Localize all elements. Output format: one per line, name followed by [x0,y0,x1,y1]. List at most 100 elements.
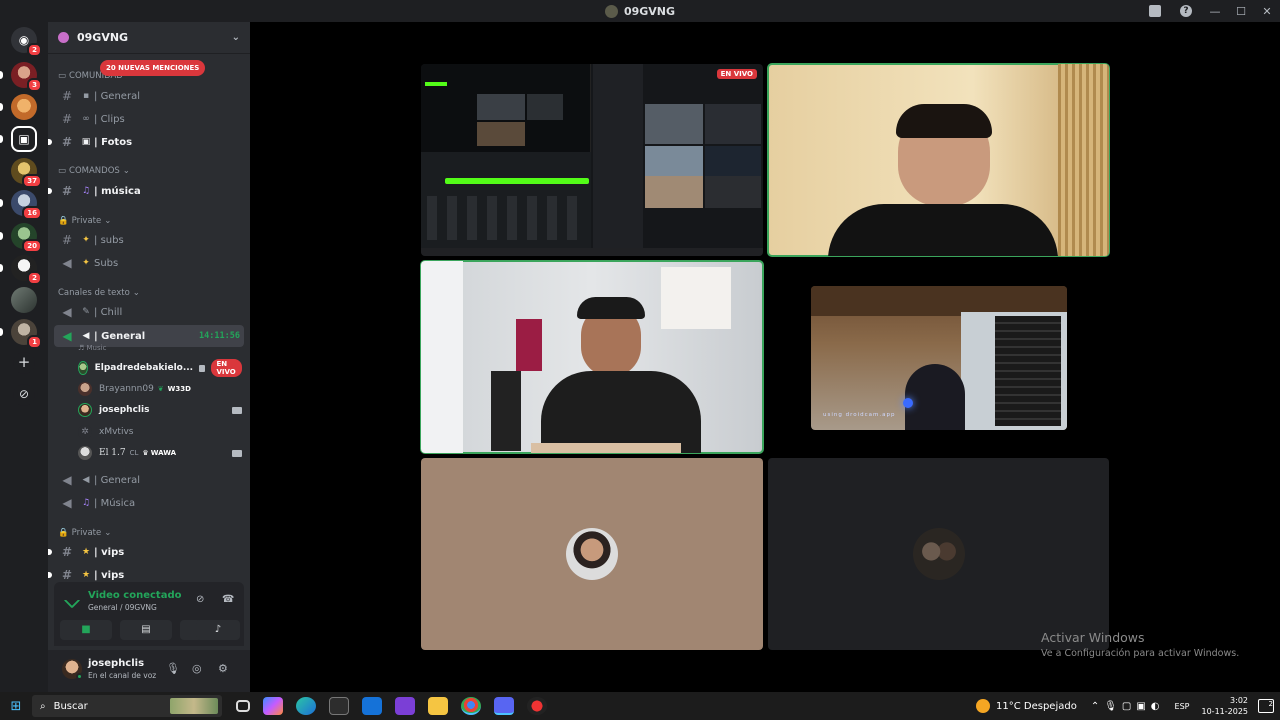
edge-icon[interactable] [296,697,316,715]
participant-tile[interactable] [421,458,763,650]
server-icon-3[interactable]: 37 [11,158,42,188]
text-channel-icon: # [61,135,73,149]
channel-musica-voice[interactable]: ◀ ♫ | Música [54,493,244,513]
soundboard-button[interactable]: ♪ [196,620,240,640]
stream-tile[interactable]: EN VIVO [421,64,763,256]
microphone-icon[interactable]: 🎙 [166,662,180,675]
server-icon-7[interactable] [11,287,37,313]
unread-indicator [0,135,3,143]
weather-sun-icon [976,699,990,713]
server-icon-5[interactable]: 20 [0,223,42,253]
unread-indicator [48,188,52,194]
category-private-2[interactable]: 🔒 Private ⌄ [58,528,111,538]
voice-location[interactable]: General / 09GVNG [88,603,157,612]
voice-user[interactable]: El 1.7 CL ♛ WAWA [78,443,242,463]
voice-user[interactable]: josephclis [78,400,242,420]
activation-subtitle: Ve a Configuración para activar Windows. [1041,648,1240,659]
clock[interactable]: 3:02 10-11-2025 [1202,695,1249,717]
voice-user[interactable]: Elpadredebakielo... EN VIVO [78,358,242,378]
search-icon: ⌕ [40,700,46,712]
channel-vips-1[interactable]: # ★ | vips [48,542,244,562]
clock-time: 3:02 [1230,696,1248,705]
channel-label: vips [101,569,125,581]
voice-user[interactable]: Brayannn09 ❦ W33D [78,379,242,399]
video-icon [232,406,242,414]
channel-general1[interactable]: ◀ ◀ | General [54,470,244,490]
voice-user[interactable]: ✲ xMvtivs [78,422,242,442]
minimize-button[interactable]: — [1202,5,1228,18]
twitch-icon: ▣ [11,126,37,152]
server-icon-8[interactable]: 1 [0,319,42,349]
voice-user-name: xMvtivs [99,427,134,437]
language-indicator[interactable]: ESP [1175,702,1190,711]
participant-avatar [566,528,618,580]
help-icon[interactable]: ? [1180,5,1192,17]
camera-watermark: using droidcam.app [823,412,896,418]
username[interactable]: josephclis [88,658,144,669]
obs-icon[interactable] [527,697,547,715]
participant-tile[interactable] [768,458,1109,650]
music-icon: ♫ [81,186,91,196]
camera-button[interactable]: ■ [60,620,112,640]
screen-share-button[interactable]: ▤ [120,620,172,640]
server-icon-1[interactable]: 3 [0,62,42,92]
webcam-tile[interactable] [420,260,764,454]
channel-label: Clips [100,113,125,125]
channel-general[interactable]: # ▪ | General [54,86,244,106]
server-icon-twitch[interactable]: ▣ [0,126,37,152]
channel-clips[interactable]: # ∞ | Clips [54,109,244,129]
tray-icons[interactable]: ⌃🎙▢▣◐ [1091,701,1165,712]
task-view-icon[interactable] [236,700,250,712]
chevron-down-icon[interactable]: ⌄ [232,32,240,43]
channel-sidebar: 09GVNG ⌄ ▭ COMUNIDAD 20 NUEVAS MENCIONES… [48,22,250,692]
server-icon-2[interactable] [0,94,37,120]
taskbar-search[interactable]: ⌕ Buscar [32,695,222,717]
discord-icon[interactable] [494,697,514,715]
noise-suppression-icon[interactable]: ⊘ [196,594,204,605]
user-extra: CL [129,449,139,457]
notification-center-icon[interactable]: 2 [1258,699,1274,713]
channel-musica[interactable]: # ♫ | música [48,181,244,201]
channel-subs-text[interactable]: # ✦ | subs [54,230,244,250]
windows-start-icon[interactable]: ⊞ [0,699,32,714]
server-header[interactable]: 09GVNG ⌄ [48,22,250,54]
add-server-icon[interactable]: + [13,352,35,374]
chevron-down-icon: ⌄ [104,528,112,538]
voice-user-name: Brayannn09 [99,384,154,394]
direct-messages-button[interactable]: ◉ 2 [11,27,42,57]
app-icon-purple[interactable] [395,697,415,715]
weather-widget[interactable]: 11°C Despejado [976,699,1077,713]
category-comandos[interactable]: ▭ COMANDOS ⌄ [58,166,130,176]
lock-icon: 🔒 [58,528,69,538]
outlook-icon[interactable] [362,697,382,715]
new-mentions-pill[interactable]: 20 NUEVAS MENCIONES [100,60,206,76]
file-explorer-icon[interactable] [428,697,448,715]
maximize-button[interactable]: ☐ [1228,5,1254,18]
pencil-icon: ✎ [82,307,90,317]
server-badge: 37 [22,174,42,188]
copilot-icon[interactable] [263,697,283,715]
server-icon-6[interactable]: 2 [0,255,42,285]
category-private-1[interactable]: 🔒 Private ⌄ [58,216,111,226]
inbox-icon[interactable] [1149,5,1161,17]
store-icon[interactable] [329,697,349,715]
channel-fotos[interactable]: # ▣ | Fotos [48,132,244,152]
category-canales-texto[interactable]: Canales de texto ⌄ [58,288,140,298]
text-channel-icon: # [61,184,73,198]
channel-subs-voice[interactable]: ◀ ✦ Subs [54,253,244,273]
chrome-icon[interactable] [461,697,481,715]
discover-icon[interactable]: ⊘ [13,384,35,406]
webcam-tile[interactable] [767,63,1110,257]
voice-channel-icon: ◀ [62,305,72,319]
unread-indicator [0,264,3,272]
headphones-icon[interactable]: ◎ [192,662,202,675]
channel-chill[interactable]: ◀ ✎ | Chill [54,302,244,322]
webcam-tile[interactable]: using droidcam.app [811,286,1067,430]
disconnect-icon[interactable]: ☎ [222,594,234,605]
voice-user-name: Elpadredebakielo... [94,363,194,373]
channel-label: música [101,185,141,197]
text-channel-icon: # [61,89,73,103]
close-button[interactable]: ✕ [1254,5,1280,18]
settings-gear-icon[interactable]: ⚙ [218,662,228,675]
server-icon-4[interactable]: 16 [0,190,42,220]
